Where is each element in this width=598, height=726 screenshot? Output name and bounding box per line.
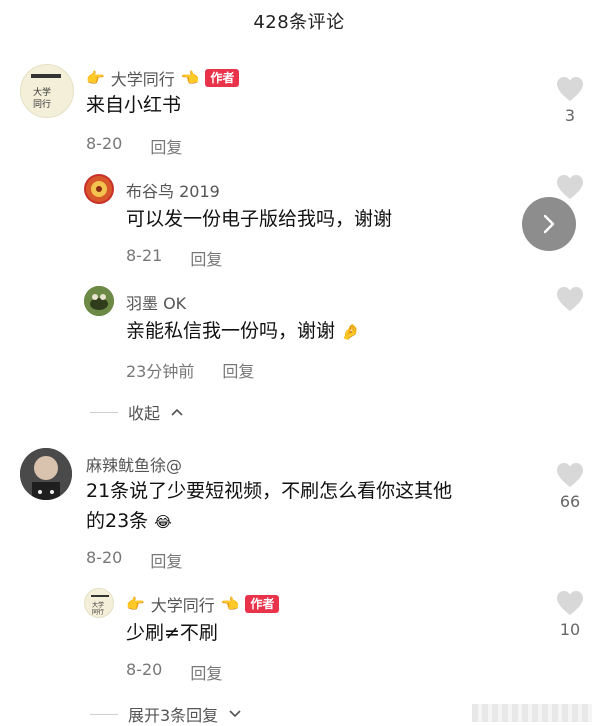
svg-text:大学: 大学 — [92, 601, 104, 609]
comment-meta: 8-20 回复 — [86, 134, 182, 158]
reply-author-row: 羽墨 OK — [126, 290, 186, 314]
svg-text:同行: 同行 — [33, 98, 51, 110]
heart-icon — [557, 77, 583, 101]
reply-date: 23分钟前 — [126, 362, 195, 381]
chevron-up-icon — [171, 408, 183, 416]
reply-author-name[interactable]: 羽墨 OK — [126, 290, 186, 314]
like-count: 66 — [559, 492, 581, 511]
reply-button[interactable]: 回复 — [222, 358, 254, 382]
pointing-hand-icon: 👉 — [86, 69, 105, 87]
heart-icon — [557, 463, 583, 487]
like-button[interactable] — [550, 286, 590, 312]
reply-item: 大学 同行 👉 大学同行 👈 作者 少刷≠不刷 8-20 回复 10 — [0, 580, 598, 692]
reply-button[interactable]: 回复 — [150, 134, 182, 158]
comment-text-line1: 21条说了少要短视频，不刷怎么看你这其他 — [86, 480, 453, 502]
comment-item: 大学 同行 👉 大学同行 👈 作者 来自小红书 8-20 回复 3 — [0, 0, 598, 160]
next-button[interactable] — [522, 197, 576, 251]
reply-meta: 8-20 回复 — [126, 660, 222, 684]
reply-text: 亲能私信我一份吗，谢谢 🤌 — [126, 316, 360, 347]
divider-line — [90, 713, 118, 715]
divider-line — [90, 411, 118, 413]
comment-item: 麻辣鱿鱼徐@ 21条说了少要短视频，不刷怎么看你这其他 的23条 😂 8-20 … — [0, 440, 598, 580]
comment-meta: 8-20 回复 — [86, 548, 182, 572]
avatar[interactable] — [84, 174, 114, 204]
comment-author-name[interactable]: 大学同行 — [111, 66, 175, 90]
like-button[interactable]: 66 — [550, 462, 590, 511]
like-button[interactable]: 3 — [550, 76, 590, 125]
reply-text: 少刷≠不刷 — [126, 622, 218, 644]
reply-author-name[interactable]: 布谷鸟 2019 — [126, 178, 220, 202]
comment-text: 来自小红书 — [86, 94, 182, 116]
author-badge: 作者 — [245, 595, 280, 613]
avatar[interactable] — [84, 286, 114, 316]
like-button[interactable]: 10 — [550, 590, 590, 639]
reply-date: 8-21 — [126, 246, 163, 265]
heart-icon — [557, 175, 583, 199]
like-count: 3 — [564, 106, 576, 125]
pinched-fingers-emoji: 🤌 — [341, 323, 360, 341]
heart-icon — [557, 287, 583, 311]
comment-author-name[interactable]: 麻辣鱿鱼徐@ — [86, 452, 182, 476]
reply-button[interactable]: 回复 — [190, 660, 222, 684]
comment-text-line2: 的23条 😂 — [86, 506, 172, 537]
expand-replies-button[interactable]: 展开3条回复 — [90, 702, 242, 726]
like-count: 10 — [559, 620, 581, 639]
comment-date: 8-20 — [86, 134, 123, 153]
reply-author-row: 布谷鸟 2019 — [126, 178, 220, 202]
reply-meta: 23分钟前 回复 — [126, 358, 254, 382]
comment-text-line2-content: 的23条 — [86, 510, 149, 532]
collapse-replies-button[interactable]: 收起 — [90, 400, 184, 424]
svg-text:大学: 大学 — [33, 86, 51, 98]
reply-meta: 8-21 回复 — [126, 246, 222, 270]
crying-laughing-emoji: 😂 — [154, 513, 172, 531]
reply-item: 羽墨 OK 亲能私信我一份吗，谢谢 🤌 23分钟前 回复 — [0, 272, 598, 382]
reply-author-name[interactable]: 大学同行 — [151, 592, 215, 616]
heart-icon — [557, 591, 583, 615]
avatar[interactable] — [20, 448, 72, 500]
pointing-hand-icon: 👈 — [180, 69, 200, 87]
reply-text-content: 亲能私信我一份吗，谢谢 — [126, 320, 336, 342]
svg-text:同行: 同行 — [92, 608, 104, 616]
comment-author-row: 👉 大学同行 👈 作者 — [86, 66, 240, 90]
chevron-right-icon — [543, 214, 555, 234]
avatar[interactable]: 大学 同行 — [84, 588, 114, 618]
author-badge: 作者 — [205, 69, 240, 87]
chevron-down-icon — [229, 710, 241, 718]
pointing-hand-icon: 👉 — [126, 595, 145, 613]
like-button[interactable] — [550, 174, 590, 200]
reply-button[interactable]: 回复 — [150, 548, 182, 572]
reply-author-row: 👉 大学同行 👈 作者 — [126, 592, 280, 616]
reply-item: 布谷鸟 2019 可以发一份电子版给我吗，谢谢 8-21 回复 — [0, 160, 598, 270]
collapse-label: 收起 — [128, 404, 161, 423]
reply-button[interactable]: 回复 — [190, 246, 222, 270]
comment-date: 8-20 — [86, 548, 123, 567]
comment-author-row: 麻辣鱿鱼徐@ — [86, 452, 182, 476]
expand-label: 展开3条回复 — [128, 706, 219, 725]
watermark — [472, 704, 592, 722]
avatar[interactable]: 大学 同行 — [20, 64, 74, 118]
reply-text: 可以发一份电子版给我吗，谢谢 — [126, 208, 393, 230]
pointing-hand-icon: 👈 — [220, 595, 240, 613]
reply-date: 8-20 — [126, 660, 163, 679]
